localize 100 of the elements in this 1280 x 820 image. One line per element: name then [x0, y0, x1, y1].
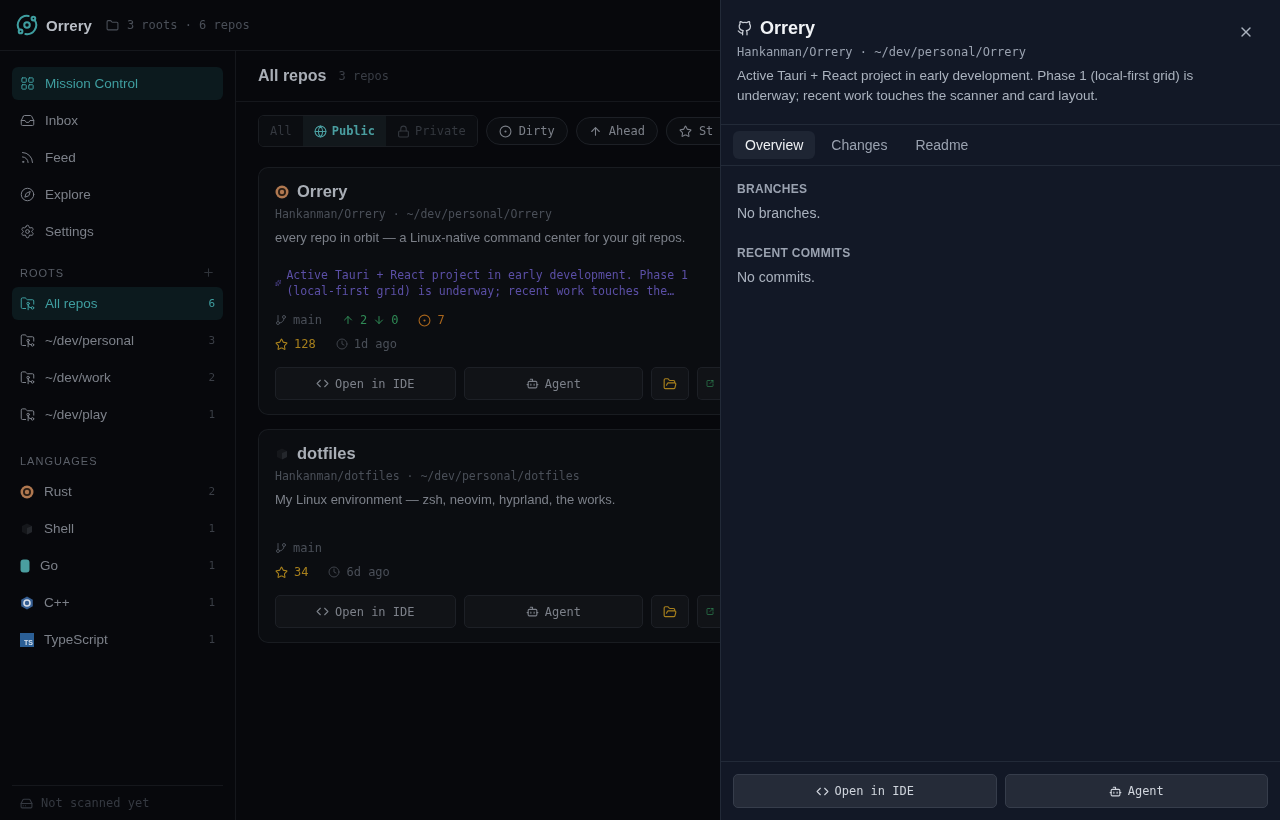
empty-message: No branches. [737, 205, 822, 221]
arrow-up-icon [588, 124, 602, 138]
language-name: TypeScript [44, 632, 108, 647]
language-name: Shell [44, 521, 75, 536]
repo-count: 3 [208, 334, 215, 347]
add-icon[interactable] [202, 266, 215, 279]
repo-summary: Active Tauri + React project in early development. Phase 1 (local-first grid) is underway; recent work touches the scanner and card layout. [737, 67, 1195, 105]
repo-count: 1 [208, 559, 215, 572]
visibility-option[interactable]: Public [302, 116, 387, 146]
clock-icon [335, 338, 348, 350]
code-icon [316, 605, 329, 618]
open-ide-button[interactable]: Open in IDE [275, 367, 456, 400]
root-item[interactable]: ~/dev/personal 3 [12, 324, 223, 357]
gear-icon [275, 184, 289, 199]
nav-item[interactable]: Explore [12, 178, 223, 211]
filter-chip[interactable]: Dirty [485, 117, 568, 145]
robot-icon [1108, 784, 1122, 798]
repo-path: Hankanman/Orrery · ~/dev/personal/Orrery [275, 207, 553, 221]
external-link-icon [706, 377, 714, 390]
ai-summary: Active Tauri + React project in early development. Phase 1 (local-first grid) is underway; recent work touches the… [286, 267, 689, 299]
language-name: Rust [44, 484, 72, 499]
compass-icon [20, 187, 35, 202]
agent-button[interactable]: Agent [1004, 774, 1268, 808]
hexagon-icon [20, 595, 34, 610]
open-ide-button[interactable]: Open in IDE [733, 774, 997, 808]
language-name: Go [40, 558, 58, 573]
gopher-icon [20, 558, 30, 573]
behind-count: 0 [391, 313, 399, 327]
nav-item[interactable]: Settings [12, 215, 223, 248]
cube-icon [20, 521, 34, 536]
drawer-tab[interactable]: Changes [819, 131, 900, 159]
external-link-button[interactable] [697, 367, 720, 400]
grid-icon [20, 76, 35, 91]
repo-description: every repo in orbit — a Linux-native command center for your git repos. [275, 230, 687, 245]
robot-icon [525, 377, 539, 390]
branch-icon [275, 314, 287, 326]
repo-path: Hankanman/dotfiles · ~/dev/personal/dotfiles [275, 469, 581, 483]
arrow-down-icon [373, 314, 386, 326]
star-icon [275, 337, 288, 351]
arrow-up-icon [341, 314, 354, 326]
language-name: C++ [44, 595, 70, 610]
gear-icon [20, 484, 34, 499]
sparkles-icon [275, 277, 282, 289]
feed-icon [20, 150, 35, 165]
folder-open-icon [663, 604, 678, 619]
orbit-logo-icon [16, 14, 38, 36]
drawer-tab[interactable]: Readme [903, 131, 981, 159]
repo-card[interactable] [258, 167, 720, 415]
root-item[interactable]: ~/dev/work 2 [12, 361, 223, 394]
repo-total: 3 repos [338, 69, 390, 83]
repo-count: 2 [208, 371, 215, 384]
repo-count: 1 [208, 408, 215, 421]
nav-item[interactable]: Feed [12, 141, 223, 174]
branch-name: main [293, 313, 322, 327]
repo-name: dotfiles [297, 444, 356, 463]
lock-icon [397, 124, 411, 138]
drawer-title: Orrery [760, 18, 816, 39]
git-folder-icon [20, 407, 35, 422]
ahead-count: 2 [359, 313, 368, 327]
open-folder-button[interactable] [651, 595, 689, 628]
dirty-count: 7 [437, 313, 445, 327]
folder-open-icon [663, 376, 678, 391]
star-count: 34 [294, 565, 309, 579]
external-link-button[interactable] [697, 595, 720, 628]
branch-name: main [293, 541, 322, 555]
drawer-tab[interactable]: Overview [733, 131, 816, 159]
git-folder-icon [20, 296, 35, 311]
agent-button[interactable]: Agent [463, 595, 644, 628]
section-heading: ROOTS [20, 266, 65, 279]
filter-chip[interactable]: Ahead [575, 117, 658, 145]
repo-card[interactable]: dotfiles Hankanman/dotfiles · ~/dev/personal/dotfiles My Linux environment — zsh, neovim, hyprland, the works. main 34 6d ago Open in IDE Agent [258, 429, 720, 643]
nav-item[interactable]: Inbox [12, 104, 223, 137]
app-summary: 3 roots · 6 repos [126, 18, 250, 32]
branch-icon [275, 542, 287, 554]
drive-icon [20, 796, 33, 810]
root-item[interactable]: All repos 6 [12, 287, 223, 320]
repo-path: Hankanman/Orrery · ~/dev/personal/Orrery [737, 45, 1027, 59]
nav-item[interactable]: Mission Control [12, 67, 223, 100]
repo-name: Orrery [297, 182, 348, 201]
star-count: 128 [294, 337, 316, 351]
git-folder-icon [20, 370, 35, 385]
star-icon [678, 124, 692, 138]
filter-chip[interactable]: St [665, 117, 720, 145]
open-folder-button[interactable] [651, 367, 689, 400]
folder-icon [105, 18, 119, 32]
app-name: Orrery [46, 16, 92, 34]
repo-count: 1 [208, 596, 215, 609]
cube-icon [275, 446, 289, 461]
dirty-icon [418, 313, 432, 327]
code-icon [316, 377, 329, 390]
inbox-icon [20, 113, 35, 128]
star-icon [275, 565, 288, 579]
updated-time: 6d ago [346, 565, 390, 579]
external-link-icon [706, 605, 714, 618]
root-item[interactable]: ~/dev/play 1 [12, 398, 223, 431]
github-icon [737, 21, 752, 36]
agent-button[interactable]: Agent [463, 367, 644, 400]
empty-message: No commits. [737, 269, 816, 285]
repo-count: 1 [208, 633, 215, 646]
open-ide-button[interactable]: Open in IDE [275, 595, 456, 628]
